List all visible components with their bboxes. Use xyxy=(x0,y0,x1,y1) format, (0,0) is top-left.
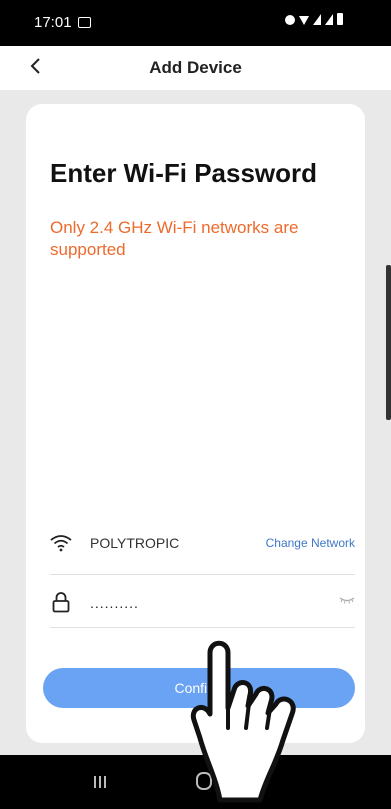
page-title: Enter Wi-Fi Password xyxy=(50,158,318,188)
recent-apps-icon[interactable] xyxy=(94,776,106,788)
signal-icon xyxy=(325,14,333,25)
wifi-band-notice: Only 2.4 GHz Wi-Fi networks are supporte… xyxy=(50,218,299,259)
scroll-handle[interactable] xyxy=(386,265,391,420)
divider xyxy=(50,574,355,575)
app-header: Add Device xyxy=(0,46,391,90)
status-icons xyxy=(285,13,343,25)
status-time: 17:01 xyxy=(34,14,72,31)
signal-icon xyxy=(313,14,321,25)
wifi-password-card: Enter Wi-Fi Password Only 2.4 GHz Wi-Fi … xyxy=(26,104,365,743)
divider xyxy=(50,627,355,628)
home-icon[interactable] xyxy=(196,772,212,790)
network-row: POLYTROPIC Change Network xyxy=(50,530,355,560)
password-input[interactable] xyxy=(88,590,312,616)
confirm-button[interactable]: Confirm xyxy=(43,668,355,708)
alarm-icon xyxy=(285,15,295,25)
image-notification-icon xyxy=(78,17,91,28)
change-network-link[interactable]: Change Network xyxy=(266,536,355,550)
password-row xyxy=(50,588,355,618)
wifi-icon xyxy=(50,535,72,552)
battery-icon xyxy=(337,13,343,25)
system-nav-bar xyxy=(0,755,391,809)
page-header-title: Add Device xyxy=(149,58,242,77)
network-name: POLYTROPIC xyxy=(90,535,180,551)
status-bar: 17:01 xyxy=(0,0,391,46)
lock-icon xyxy=(52,592,70,613)
wifi-status-icon xyxy=(299,16,309,25)
eye-toggle-icon[interactable] xyxy=(339,596,355,604)
